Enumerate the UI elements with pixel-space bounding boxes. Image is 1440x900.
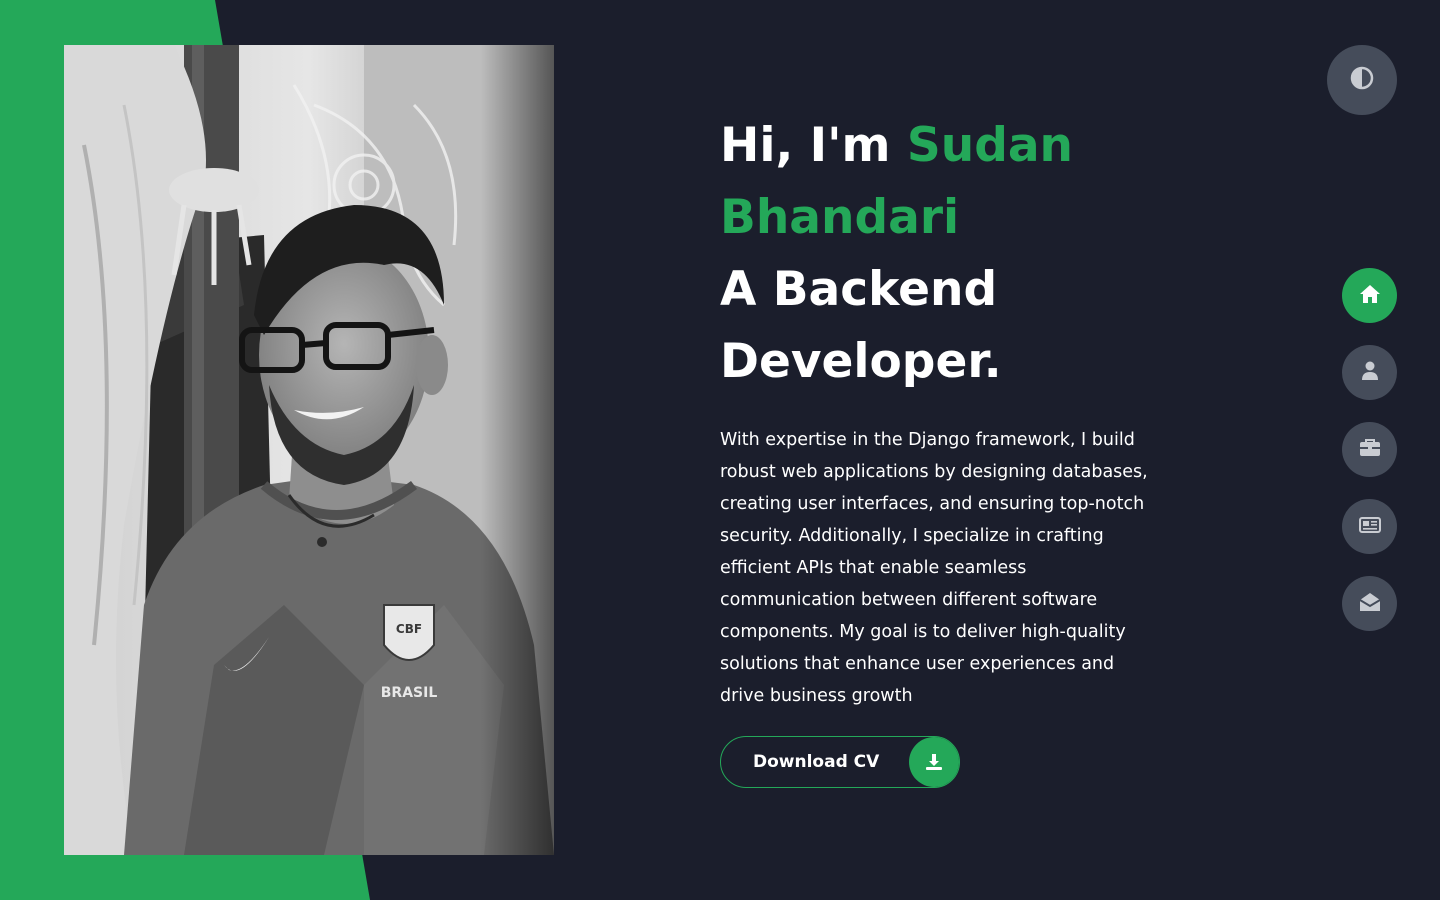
hero-section: Hi, I'm Sudan Bhandari A Backend Develop…	[720, 110, 1180, 712]
home-icon	[1359, 284, 1381, 308]
newspaper-icon	[1358, 516, 1382, 538]
nav-home-button[interactable]	[1342, 268, 1397, 323]
hero-description: With expertise in the Django framework, …	[720, 430, 1148, 706]
theme-toggle-button[interactable]	[1327, 45, 1397, 115]
side-navigation	[1342, 268, 1397, 653]
last-name: Bhandari	[720, 190, 960, 245]
briefcase-icon	[1359, 438, 1381, 461]
nav-portfolio-button[interactable]	[1342, 422, 1397, 477]
nav-about-button[interactable]	[1342, 345, 1397, 400]
role-line-2: Developer.	[720, 334, 1002, 389]
role-line-1: A Backend	[720, 262, 998, 317]
nav-contact-button[interactable]	[1342, 576, 1397, 631]
download-icon	[909, 737, 959, 787]
contrast-icon	[1350, 66, 1374, 94]
greeting-text: Hi, I'm	[720, 118, 907, 173]
user-icon	[1361, 361, 1379, 385]
first-name: Sudan	[906, 118, 1074, 173]
profile-photo: CBF BRASIL	[64, 45, 554, 855]
download-cv-button[interactable]: Download CV	[720, 736, 960, 788]
download-cv-label: Download CV	[753, 752, 880, 772]
envelope-open-icon	[1358, 592, 1381, 616]
hero-heading: Hi, I'm Sudan Bhandari A Backend Develop…	[720, 110, 1180, 398]
nav-blog-button[interactable]	[1342, 499, 1397, 554]
